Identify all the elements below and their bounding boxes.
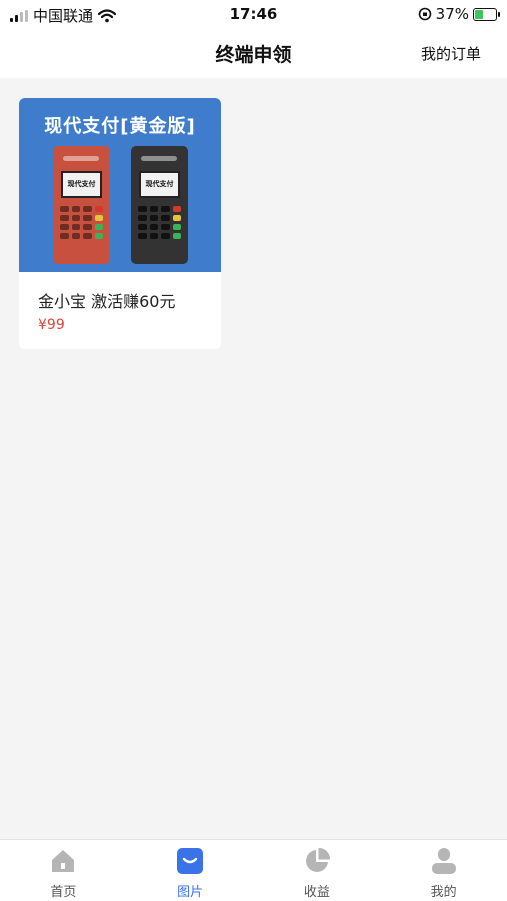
- pos-screen-text: 现代支付: [145, 180, 174, 188]
- tab-image-label: 图片: [177, 885, 204, 900]
- battery-icon: [473, 7, 500, 21]
- tab-image[interactable]: 图片: [127, 840, 254, 901]
- product-price: ¥99: [38, 317, 65, 333]
- product-banner-text: 现代支付[黄金版]: [44, 116, 196, 137]
- tab-home[interactable]: 首页: [0, 840, 127, 901]
- tab-bar: 首页 图片 收益 我的: [0, 839, 507, 901]
- tab-earnings-label: 收益: [303, 885, 330, 900]
- orientation-lock-icon: [418, 7, 431, 21]
- tab-mine-label: 我的: [430, 885, 457, 900]
- tab-home-label: 首页: [50, 885, 77, 900]
- image-icon: [177, 848, 204, 874]
- product-image[interactable]: 现代支付[黄金版] 现代支付 现代支付: [19, 98, 221, 272]
- tab-earnings[interactable]: 收益: [254, 840, 381, 901]
- battery-percent: 37%: [435, 5, 469, 23]
- pie-chart-icon: [305, 847, 330, 872]
- status-right: 37%: [418, 5, 500, 23]
- my-orders-link[interactable]: 我的订单: [421, 43, 481, 64]
- pos-terminal-black: 现代支付: [131, 146, 188, 264]
- product-card[interactable]: 现代支付[黄金版] 现代支付 现代支付 金小宝 激活赚60元 ¥99: [19, 98, 221, 349]
- status-bar: 中国联通 17:46 37%: [0, 0, 507, 28]
- tab-mine[interactable]: 我的: [380, 840, 507, 901]
- pos-terminal-red: 现代支付: [53, 146, 110, 264]
- product-name: 金小宝 激活赚60元: [38, 292, 176, 311]
- user-icon: [431, 848, 456, 874]
- home-icon: [52, 850, 75, 872]
- pos-screen-text: 现代支付: [67, 180, 96, 188]
- nav-bar: 终端申领 我的订单: [0, 28, 507, 78]
